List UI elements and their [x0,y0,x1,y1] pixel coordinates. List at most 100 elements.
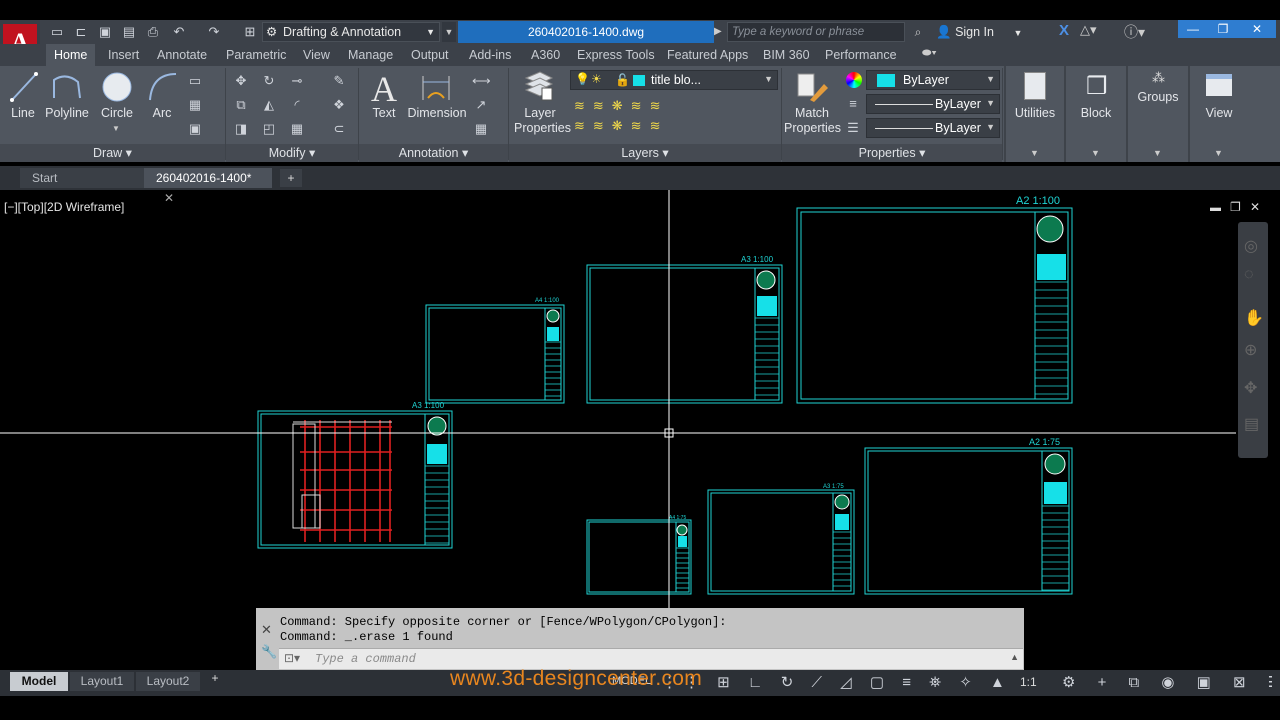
exchange-apps-icon[interactable]: X [1054,22,1074,42]
linetype-dropdown[interactable]: ByLayer ▼ [866,94,1000,114]
stretch-icon[interactable]: ◨ [232,120,250,138]
search-input[interactable]: Type a keyword or phrase [727,22,905,42]
line-button[interactable]: Line [4,106,42,120]
undo-icon[interactable]: ↶ [170,23,188,41]
leader-icon[interactable]: ↗ [472,96,490,114]
chevron-up-icon[interactable]: ▲ [1010,652,1019,662]
move-icon[interactable]: ✥ [232,72,250,90]
close-window-button[interactable]: ✕ [1238,20,1276,38]
draw-panel-title[interactable]: Draw ▾ [0,144,225,162]
erase-icon[interactable]: ✎ [330,72,348,90]
tab-insert[interactable]: Insert [108,44,139,66]
saveas-icon[interactable]: ▤ [120,23,138,41]
fillet-icon[interactable]: ◜ [288,96,306,114]
tab-express-tools[interactable]: Express Tools [577,44,655,66]
navigation-bar[interactable]: ◎ ◌ ✋ ⊕ ✥ ▤ [1238,222,1268,458]
layer-properties-button[interactable]: Layer Properties [514,106,571,136]
annotation-panel-title[interactable]: Annotation ▾ [359,144,508,162]
viewport-restore-icon[interactable]: ❐ [1230,200,1241,214]
redo-icon[interactable]: ↷ [205,23,223,41]
help-icon[interactable]: ⓘ▾ [1124,22,1154,42]
lineweight-dropdown[interactable]: ByLayer ▼ [866,118,1000,138]
copy-icon[interactable]: ⧉ [232,96,250,114]
tab-manage[interactable]: Manage [348,44,393,66]
share-icon[interactable]: ⊞ [241,23,259,41]
scale-icon[interactable]: ◰ [260,120,278,138]
restore-window-button[interactable]: ❐ [1208,20,1238,38]
explode-icon[interactable]: ❖ [330,96,348,114]
tab-featured-apps[interactable]: Featured Apps [667,44,748,66]
new-tab-button[interactable]: + [280,169,302,187]
sheet-frame [864,447,1073,595]
tab-addins[interactable]: Add-ins [469,44,511,66]
layer-tools-icons[interactable]: ≋≋❋≋≋ ≋≋❋≋≋ [574,96,694,136]
circle-button[interactable]: Circle [96,106,138,120]
view-button[interactable]: View ▼ [1188,66,1246,162]
table-icon[interactable]: ▦ [472,120,490,138]
print-icon[interactable]: ⎙ [144,23,162,41]
tab-home[interactable]: Home [46,44,96,66]
binoculars-icon[interactable]: ⌕ [908,22,928,42]
utilities-button[interactable]: Utilities ▼ [1004,66,1062,162]
drawing-canvas[interactable]: A4 1:100 A3 1:100 A2 1:100 A3 1:100 A4 1… [0,190,1280,670]
region-icon[interactable]: ▣ [186,120,204,138]
trim-icon[interactable]: ⊸ [288,72,306,90]
tab-a360[interactable]: A360 [531,44,560,66]
modify-panel-title[interactable]: Modify ▾ [226,144,358,162]
showmotion-icon[interactable]: ✥ [1244,378,1257,398]
viewport-minimize-icon[interactable]: ▬ [1210,202,1221,214]
rotate-icon[interactable]: ↻ [260,72,278,90]
workspace-dropdown[interactable]: ⚙ Drafting & Annotation ▼ [262,22,440,42]
tab-bim360[interactable]: BIM 360 [763,44,810,66]
array-icon[interactable]: ▦ [288,120,306,138]
arc-button[interactable]: Arc [144,106,180,120]
layers-panel-title[interactable]: Layers ▾ [509,144,781,162]
hatch-icon[interactable]: ▦ [186,96,204,114]
close-icon[interactable]: ✕ [261,622,272,638]
save-icon[interactable]: ▣ [96,23,114,41]
viewcube-icon[interactable]: ▤ [1244,414,1259,434]
wrench-icon[interactable]: 🔧 [261,644,277,660]
orbit-icon[interactable]: ◌ [1244,266,1254,284]
a360-icon[interactable]: △▾ [1080,22,1110,42]
minimize-window-button[interactable]: — [1178,20,1208,38]
tab-view[interactable]: View [303,44,330,66]
mirror-icon[interactable]: ◭ [260,96,278,114]
offset-icon[interactable]: ⊂ [330,120,348,138]
tab-start[interactable]: Start [20,168,144,188]
dimension-button[interactable]: Dimension [406,106,468,120]
tab-layout2[interactable]: Layout2 [136,672,200,691]
tab-performance[interactable]: Performance [825,44,897,66]
status-settings-icons[interactable]: ⚙ + ⧉ ◉ ▣ ⊠ ☰ [1062,673,1272,693]
new-icon[interactable]: ▭ [48,23,66,41]
workspace-more-button[interactable]: ▼ [442,22,456,42]
tab-layout1[interactable]: Layout1 [70,672,134,691]
rectangle-icon[interactable]: ▭ [186,72,204,90]
groups-button[interactable]: ⁂ Groups ▼ [1126,66,1186,162]
command-input[interactable]: ⊡▾ Type a command ▲ [279,648,1023,669]
block-button[interactable]: ❒ Block ▼ [1064,66,1124,162]
polyline-button[interactable]: Polyline [42,106,92,120]
zoom-icon[interactable]: ⊕ [1244,340,1257,360]
color-dropdown[interactable]: ByLayer ▼ [866,70,1000,90]
pan-icon[interactable]: ✋ [1244,308,1264,328]
viewport-controls[interactable]: [−][Top][2D Wireframe] [4,200,124,214]
tab-model[interactable]: Model [10,672,68,691]
match-properties-button[interactable]: Match Properties [784,106,841,136]
tab-parametric[interactable]: Parametric [226,44,286,66]
open-icon[interactable]: ⊏ [72,23,90,41]
ribbon-toggle-icon[interactable]: ⬬▾ [922,47,948,61]
new-layout-button[interactable]: + [206,671,224,689]
chevron-right-icon[interactable]: ▶ [714,22,724,42]
tab-annotate[interactable]: Annotate [157,44,207,66]
viewport-close-icon[interactable]: ✕ [1250,200,1260,214]
layer-dropdown[interactable]: 💡 ☀ 🔓 title blo... ▼ [570,70,778,90]
linear-dimension-icon[interactable]: ⟷ [472,72,491,90]
tab-active-drawing[interactable]: 260402016-1400* ✕ [144,168,272,205]
annotation-scale[interactable]: 1:1 [1020,675,1037,689]
steering-wheel-icon[interactable]: ◎ [1244,236,1258,256]
text-button[interactable]: Text [364,106,404,120]
tab-output[interactable]: Output [411,44,449,66]
sign-in-button[interactable]: 👤 Sign In ▼ [936,23,1022,41]
properties-panel-title[interactable]: Properties ▾ [782,144,1002,162]
